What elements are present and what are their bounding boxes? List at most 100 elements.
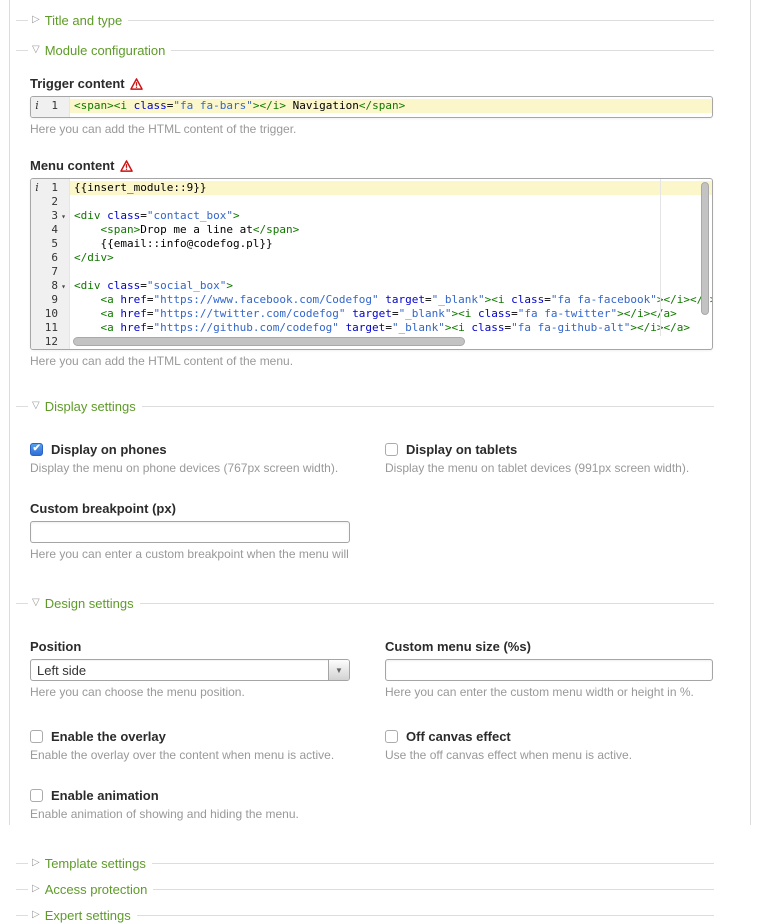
section-label: Module configuration — [45, 43, 172, 58]
code-line: {{email::info@codefog.pl}} — [70, 237, 712, 251]
editor-code-area[interactable]: {{insert_module::9}}<div class="contact_… — [70, 179, 712, 349]
code-line: <a href="https://www.facebook.com/Codefo… — [70, 293, 712, 307]
line-number: 10 — [43, 307, 58, 321]
off-canvas-checkbox[interactable] — [385, 730, 398, 743]
display-on-phones-help: Display the menu on phone devices (767px… — [30, 461, 350, 475]
custom-breakpoint-input[interactable] — [30, 521, 350, 543]
editor-code-area[interactable]: <span><i class="fa fa-bars"></i> Navigat… — [70, 97, 712, 117]
print-margin-line — [660, 179, 661, 336]
line-number: 9 — [43, 293, 58, 307]
enable-overlay-label[interactable]: Enable the overlay — [51, 729, 166, 744]
menu-content-label: Menu content — [30, 158, 714, 173]
triangle-right-icon: ▷ — [28, 856, 45, 870]
fold-arrow-icon — [58, 321, 69, 335]
fold-arrow-icon — [58, 195, 69, 209]
enable-overlay-help: Enable the overlay over the content when… — [30, 748, 350, 762]
display-on-phones-label[interactable]: Display on phones — [51, 442, 167, 457]
display-on-tablets-checkbox[interactable] — [385, 443, 398, 456]
off-canvas-label[interactable]: Off canvas effect — [406, 729, 511, 744]
position-select-value: Left side — [31, 663, 328, 678]
custom-breakpoint-widget: Custom breakpoint (px) Here you can ente… — [30, 501, 350, 561]
info-icon — [31, 293, 43, 307]
custom-menu-size-help: Here you can enter the custom menu width… — [385, 685, 713, 699]
fold-arrow-icon — [58, 265, 69, 279]
code-line — [70, 265, 712, 279]
line-number: 3 — [43, 209, 58, 223]
code-line: {{insert_module::9}} — [70, 181, 712, 195]
section-toggle-title-and-type[interactable]: ▷ Title and type — [16, 12, 714, 28]
section-label: Display settings — [45, 399, 142, 414]
section-label: Expert settings — [45, 908, 137, 923]
info-icon — [31, 265, 43, 279]
triangle-right-icon: ▷ — [28, 13, 45, 27]
fold-arrow-icon — [58, 251, 69, 265]
custom-breakpoint-label: Custom breakpoint (px) — [30, 501, 350, 516]
code-line: <span>Drop me a line at</span> — [70, 223, 712, 237]
info-icon — [31, 209, 43, 223]
enable-animation-label[interactable]: Enable animation — [51, 788, 159, 803]
fold-arrow-icon[interactable]: ▾ — [58, 209, 69, 223]
line-number: 5 — [43, 237, 58, 251]
section-toggle-template-settings[interactable]: ▷ Template settings — [16, 855, 714, 871]
code-line: <div class="social_box"> — [70, 279, 712, 293]
menu-content-widget: Menu content i123▾45678▾9101112{{insert_… — [30, 158, 714, 368]
section-toggle-expert-settings[interactable]: ▷ Expert settings — [16, 907, 714, 923]
fold-arrow-icon[interactable]: ▾ — [58, 279, 69, 293]
section-toggle-module-configuration[interactable]: ▽ Module configuration — [16, 42, 714, 58]
enable-overlay-widget: Enable the overlay Enable the overlay ov… — [30, 729, 350, 762]
line-number: 12 — [43, 335, 58, 349]
trigger-content-label: Trigger content — [30, 76, 714, 91]
info-icon: i — [31, 99, 43, 113]
code-line: <a href="https://twitter.com/codefog" ta… — [70, 307, 712, 321]
trigger-content-editor[interactable]: i1<span><i class="fa fa-bars"></i> Navig… — [30, 96, 713, 118]
section-label: Access protection — [45, 882, 154, 897]
enable-animation-checkbox[interactable] — [30, 789, 43, 802]
position-widget: Position Left side ▼ Here you can choose… — [30, 639, 350, 699]
field-label-text: Custom menu size (%s) — [385, 639, 531, 654]
position-label: Position — [30, 639, 350, 654]
display-on-phones-checkbox[interactable] — [30, 443, 43, 456]
code-line: <span><i class="fa fa-bars"></i> Navigat… — [70, 99, 712, 113]
line-number: 11 — [43, 321, 58, 335]
field-label-text: Position — [30, 639, 81, 654]
triangle-right-icon: ▷ — [28, 908, 45, 922]
section-toggle-design-settings[interactable]: ▽ Design settings — [16, 595, 714, 611]
fold-arrow-icon — [58, 237, 69, 251]
info-icon — [31, 251, 43, 265]
display-on-tablets-label[interactable]: Display on tablets — [406, 442, 517, 457]
line-number: 1 — [43, 99, 58, 113]
off-canvas-help: Use the off canvas effect when menu is a… — [385, 748, 713, 762]
enable-overlay-checkbox[interactable] — [30, 730, 43, 743]
fold-arrow-icon — [58, 293, 69, 307]
horizontal-scrollbar-thumb[interactable] — [73, 337, 465, 346]
info-icon — [31, 223, 43, 237]
fold-arrow-icon — [58, 223, 69, 237]
line-number: 4 — [43, 223, 58, 237]
fold-arrow-icon — [58, 335, 69, 349]
trigger-content-widget: Trigger content i1<span><i class="fa fa-… — [30, 76, 714, 136]
line-number: 6 — [43, 251, 58, 265]
triangle-right-icon: ▷ — [28, 882, 45, 896]
menu-content-editor[interactable]: i123▾45678▾9101112{{insert_module::9}}<d… — [30, 178, 713, 350]
horizontal-scrollbar[interactable] — [73, 337, 696, 346]
code-line: <div class="contact_box"> — [70, 209, 712, 223]
vertical-scrollbar-thumb[interactable] — [701, 182, 709, 315]
warning-icon — [130, 78, 143, 90]
line-number: 2 — [43, 195, 58, 209]
field-label-text: Custom breakpoint (px) — [30, 501, 176, 516]
info-icon — [31, 335, 43, 349]
editor-gutter: i1 — [31, 97, 70, 117]
section-toggle-display-settings[interactable]: ▽ Display settings — [16, 398, 714, 414]
custom-menu-size-input[interactable] — [385, 659, 713, 681]
enable-animation-help: Enable animation of showing and hiding t… — [30, 807, 350, 821]
menu-content-help: Here you can add the HTML content of the… — [30, 354, 714, 368]
position-select[interactable]: Left side ▼ — [30, 659, 350, 681]
editor-gutter: i123▾45678▾9101112 — [31, 179, 70, 349]
warning-icon — [120, 160, 133, 172]
line-number: 7 — [43, 265, 58, 279]
line-number: 8 — [43, 279, 58, 293]
section-toggle-access-protection[interactable]: ▷ Access protection — [16, 881, 714, 897]
trigger-content-help: Here you can add the HTML content of the… — [30, 122, 714, 136]
triangle-down-icon: ▽ — [28, 596, 45, 610]
info-icon — [31, 195, 43, 209]
